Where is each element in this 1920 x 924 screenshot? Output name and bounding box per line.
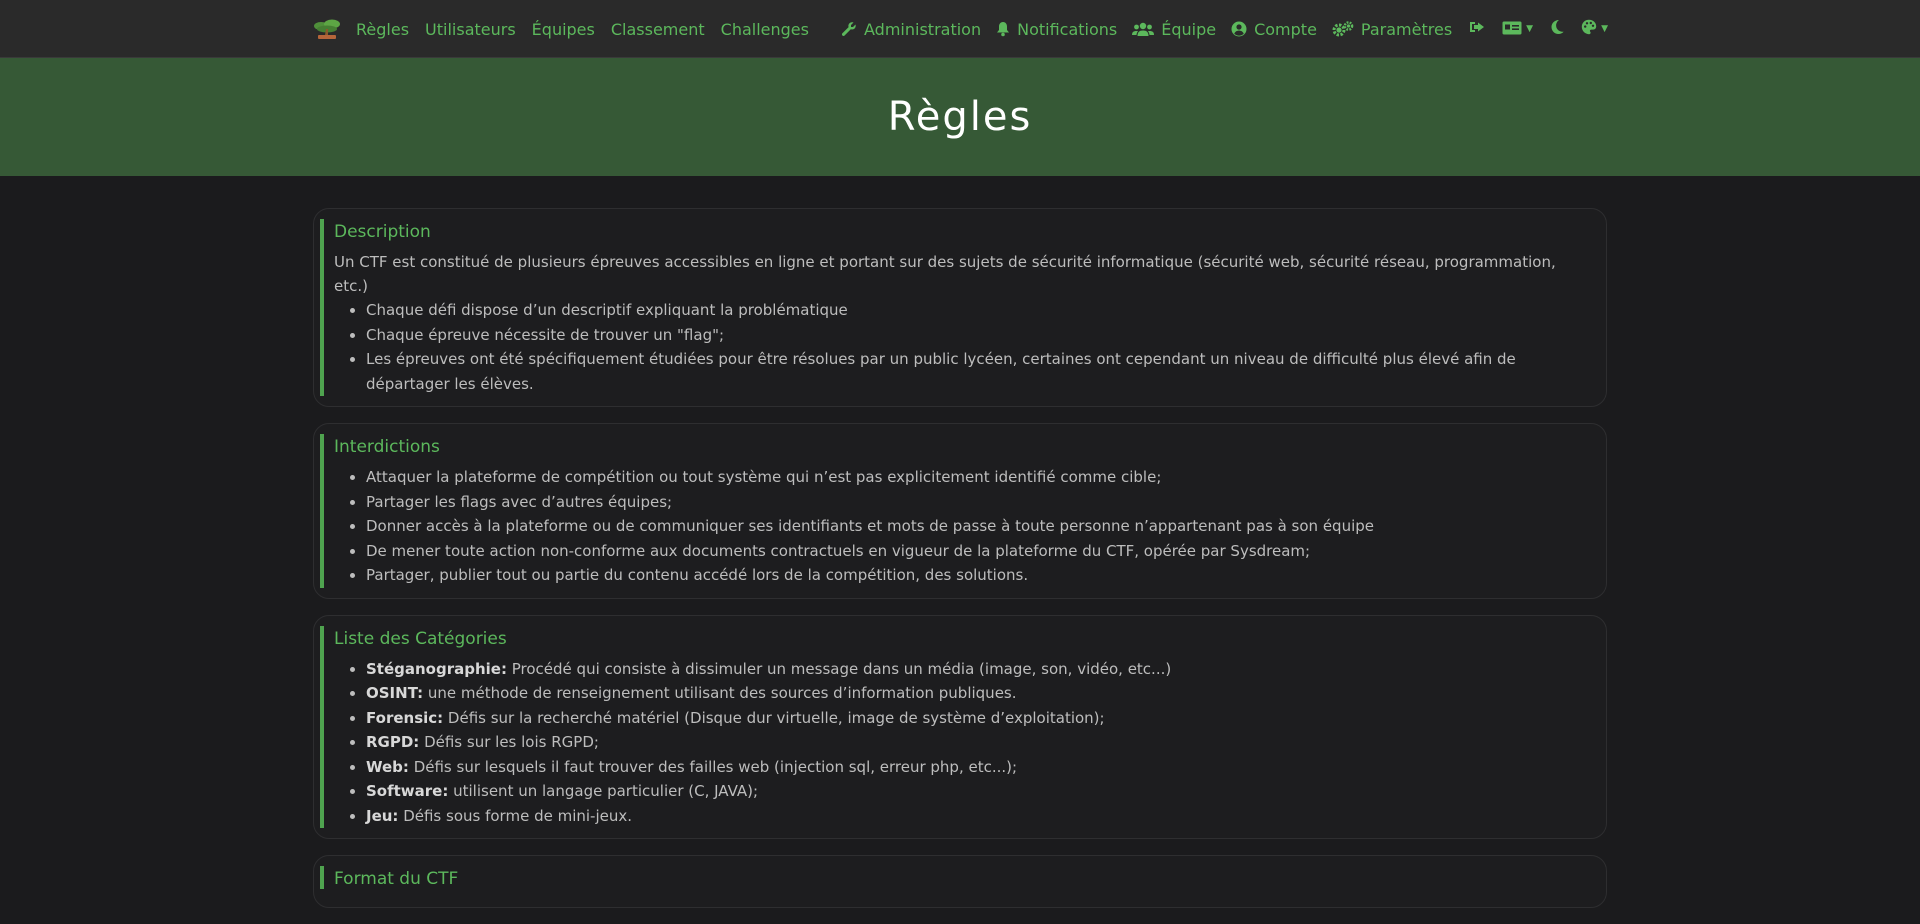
section-title-categories: Liste des Catégories <box>334 628 507 649</box>
bell-icon <box>996 21 1010 37</box>
list-item: Partager, publier tout ou partie du cont… <box>366 563 1588 588</box>
list-item: Attaquer la plateforme de compétition ou… <box>366 465 1588 490</box>
list-item: RGPD: Défis sur les lois RGPD; <box>366 730 1588 755</box>
description-paragraph: Un CTF est constitué de plusieurs épreuv… <box>334 253 1556 295</box>
wrench-icon <box>841 21 857 37</box>
card-description: Description Un CTF est constitué de plus… <box>313 208 1607 407</box>
theme-toggle-button[interactable] <box>1550 19 1564 39</box>
card-body: Description Un CTF est constitué de plus… <box>320 219 1598 396</box>
card-interdictions: Interdictions Attaquer la plateforme de … <box>313 423 1607 599</box>
nav-classement[interactable]: Classement <box>611 20 705 39</box>
nav-challenges[interactable]: Challenges <box>721 20 809 39</box>
list-item: Chaque défi dispose d’un descriptif expl… <box>366 298 1588 323</box>
caret-down-icon: ▼ <box>1526 24 1534 34</box>
nav-equipe-label: Équipe <box>1161 19 1217 39</box>
section-title-format: Format du CTF <box>334 869 459 889</box>
list-item: Forensic: Défis sur la recherché matérie… <box>366 706 1588 731</box>
card-body: Format du CTF <box>320 866 1598 889</box>
list-item: Chaque épreuve nécessite de trouver un "… <box>366 323 1588 348</box>
category-description: Procédé qui consiste à dissimuler un mes… <box>506 659 1172 678</box>
user-circle-icon <box>1231 21 1247 37</box>
nav-left-links: Règles Utilisateurs Équipes Classement C… <box>356 20 825 39</box>
category-name: OSINT: <box>366 684 424 702</box>
nav-notifications[interactable]: Notifications <box>996 20 1117 39</box>
card-format: Format du CTF <box>313 855 1607 908</box>
caret-down-icon: ▼ <box>1601 24 1608 34</box>
category-name: RGPD: <box>366 733 420 751</box>
nav-equipes[interactable]: Équipes <box>532 20 595 39</box>
palette-icon <box>1581 19 1597 39</box>
category-description: Défis sous forme de mini-jeux. <box>398 806 632 825</box>
list-item: Web: Défis sur lesquels il faut trouver … <box>366 755 1588 780</box>
interdictions-list: Attaquer la plateforme de compétition ou… <box>334 465 1588 588</box>
main-content: Description Un CTF est constitué de plus… <box>313 208 1607 924</box>
section-title-interdictions: Interdictions <box>334 437 440 457</box>
category-name: Forensic: <box>366 708 444 727</box>
brand-logo-icon[interactable] <box>312 16 342 42</box>
users-icon <box>1132 21 1155 37</box>
card-body: Liste des Catégories Stéganographie: Pro… <box>320 625 1598 829</box>
category-description: Défis sur la recherché matériel (Disque … <box>443 708 1105 727</box>
nav-administration[interactable]: Administration <box>841 20 981 39</box>
nav-compte[interactable]: Compte <box>1231 20 1317 39</box>
nav-compte-label: Compte <box>1254 19 1317 39</box>
sign-out-icon <box>1469 19 1485 39</box>
moon-icon <box>1550 19 1564 39</box>
category-name: Software: <box>366 782 449 800</box>
list-item: Stéganographie: Procédé qui consiste à d… <box>366 657 1588 682</box>
logout-button[interactable] <box>1469 19 1485 39</box>
page-header-banner: Règles <box>0 58 1920 176</box>
nav-parametres-label: Paramètres <box>1360 19 1453 39</box>
nav-equipe[interactable]: Équipe <box>1132 20 1216 39</box>
category-description: utilisent un langage particulier (C, JAV… <box>448 782 759 800</box>
category-name: Web: <box>366 757 409 776</box>
category-description: Défis sur les lois RGPD; <box>419 733 599 751</box>
palette-dropdown[interactable]: ▼ <box>1581 19 1608 39</box>
description-list: Chaque défi dispose d’un descriptif expl… <box>334 298 1588 396</box>
categories-list: Stéganographie: Procédé qui consiste à d… <box>334 657 1588 829</box>
card-body: Interdictions Attaquer la plateforme de … <box>320 434 1598 588</box>
list-item: Donner accès à la plateforme ou de commu… <box>366 514 1588 539</box>
section-title-description: Description <box>334 222 431 242</box>
nav-utilisateurs[interactable]: Utilisateurs <box>425 20 516 39</box>
cogs-icon <box>1332 21 1354 37</box>
category-description: Défis sur lesquels il faut trouver des f… <box>408 757 1018 776</box>
top-navbar: Règles Utilisateurs Équipes Classement C… <box>0 0 1920 58</box>
nav-parametres[interactable]: Paramètres <box>1332 20 1452 39</box>
language-dropdown[interactable]: ▼ <box>1502 20 1533 39</box>
card-categories: Liste des Catégories Stéganographie: Pro… <box>313 614 1607 839</box>
nav-right-links: Administration Notifications Équipe Comp… <box>826 19 1608 39</box>
list-item: OSINT: une méthode de renseignement util… <box>366 681 1588 706</box>
language-card-icon <box>1502 20 1522 39</box>
list-item: Partager les flags avec d’autres équipes… <box>366 490 1588 515</box>
nav-regles[interactable]: Règles <box>356 20 409 39</box>
category-name: Stéganographie: <box>366 659 507 678</box>
category-description: une méthode de renseignement utilisant d… <box>423 684 1017 702</box>
navbar-inner: Règles Utilisateurs Équipes Classement C… <box>312 0 1608 58</box>
list-item: Jeu: Défis sous forme de mini-jeux. <box>366 804 1588 829</box>
list-item: De mener toute action non-conforme aux d… <box>366 539 1588 564</box>
nav-administration-label: Administration <box>864 19 982 39</box>
nav-notifications-label: Notifications <box>1017 19 1118 39</box>
list-item: Les épreuves ont été spécifiquement étud… <box>366 347 1588 396</box>
list-item: Software: utilisent un langage particuli… <box>366 779 1588 804</box>
page-title: Règles <box>887 94 1033 140</box>
category-name: Jeu: <box>366 806 399 825</box>
